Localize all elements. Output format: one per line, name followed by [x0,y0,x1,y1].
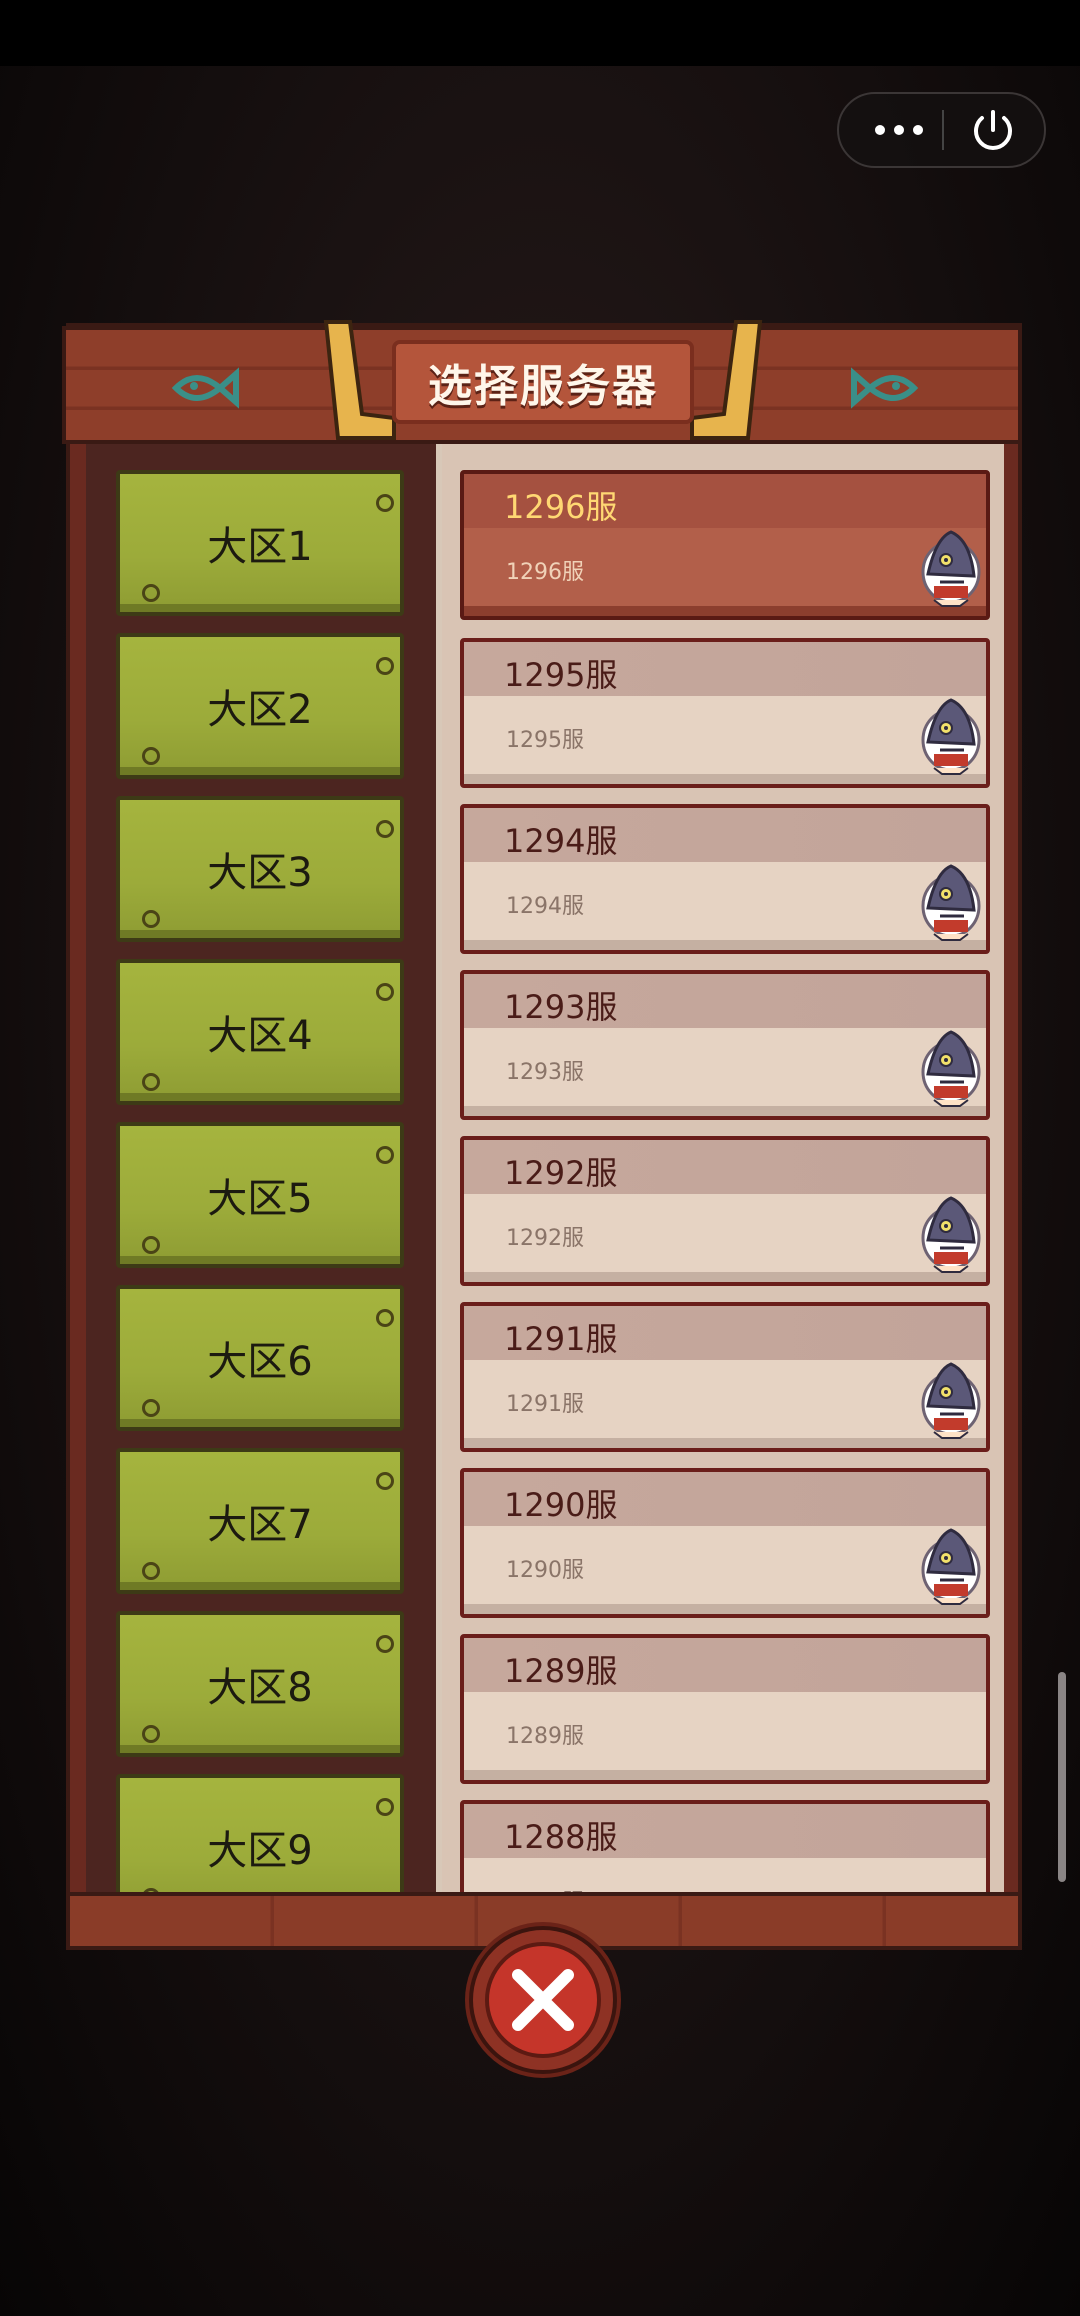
server-subtitle: 1294服 [506,894,584,919]
shark-character-icon [921,1030,981,1107]
server-subtitle: 1295服 [506,728,584,753]
server-name: 1290服 [504,1486,618,1524]
server-name: 1294服 [504,822,618,860]
shark-character-icon [921,1196,981,1273]
region-label: 大区2 [207,687,313,733]
server-subtitle: 1288服 [506,1884,584,1892]
region-label: 大区5 [207,1176,313,1222]
region-label: 大区6 [207,1339,313,1385]
nail-decoration [376,494,394,512]
power-icon[interactable] [963,106,1023,156]
server-name: 1293服 [504,988,618,1026]
server-item-1291[interactable]: 1291服 1291服 [460,1302,990,1452]
region-label: 大区1 [207,524,313,570]
shark-character-icon [921,1362,981,1439]
server-item-edge [464,774,986,784]
more-dots-icon[interactable] [859,94,939,166]
shark-character-icon [921,698,981,775]
nail-decoration [376,657,394,675]
region-button-2[interactable]: 大区2 [116,633,404,779]
server-subtitle: 1293服 [506,1060,584,1085]
nail-decoration [142,747,160,765]
miniprogram-capsule [837,92,1046,168]
shark-character-icon [921,864,981,941]
server-list[interactable]: 1296服 1296服 1295服 1295服 1294服 1294服 1293… [436,444,1004,1892]
server-item-edge [464,1438,986,1448]
nail-decoration [376,1309,394,1327]
server-item-1293[interactable]: 1293服 1293服 [460,970,990,1120]
nail-decoration [376,1146,394,1164]
nail-decoration [376,820,394,838]
nail-decoration [376,1798,394,1816]
region-label: 大区9 [207,1828,313,1874]
nail-decoration [142,1725,160,1743]
server-item-edge [464,940,986,950]
server-item-edge [464,1272,986,1282]
nail-decoration [376,1635,394,1653]
region-list[interactable]: 大区1 大区2 大区3 大区4 大区5 大区6 大区7 大区8 大区9 [86,444,438,1892]
region-button-1[interactable]: 大区1 [116,470,404,616]
dialog-title: 选择服务器 [392,340,694,424]
server-item-edge [464,1106,986,1116]
server-name: 1289服 [504,1652,618,1690]
nail-decoration [142,584,160,602]
region-label: 大区3 [207,850,313,896]
server-item-edge [464,1770,986,1780]
region-button-7[interactable]: 大区7 [116,1448,404,1594]
server-subtitle: 1289服 [506,1724,584,1749]
nail-decoration [142,910,160,928]
server-item-1289[interactable]: 1289服 1289服 [460,1634,990,1784]
nail-decoration [142,1562,160,1580]
status-bar [0,0,1080,66]
server-subtitle: 1291服 [506,1392,584,1417]
shark-character-icon [921,530,981,607]
server-subtitle: 1296服 [506,560,584,585]
server-item-edge [464,606,986,616]
server-name: 1288服 [504,1818,618,1856]
server-item-edge [464,1604,986,1614]
server-name: 1296服 [504,488,618,526]
server-name: 1295服 [504,656,618,694]
region-button-6[interactable]: 大区6 [116,1285,404,1431]
nail-decoration [376,983,394,1001]
nail-decoration [376,1472,394,1490]
region-button-5[interactable]: 大区5 [116,1122,404,1268]
server-item-1288[interactable]: 1288服 1288服 [460,1800,990,1892]
fish-icon [851,367,919,409]
close-x-icon[interactable] [458,1920,628,2080]
region-button-9[interactable]: 大区9 [116,1774,404,1892]
server-item-1296[interactable]: 1296服 1296服 [460,470,990,620]
page-scrollbar[interactable] [1058,1672,1066,1882]
region-label: 大区4 [207,1013,313,1059]
server-name: 1291服 [504,1320,618,1358]
nail-decoration [142,1236,160,1254]
server-item-1292[interactable]: 1292服 1292服 [460,1136,990,1286]
region-button-8[interactable]: 大区8 [116,1611,404,1757]
region-label: 大区8 [207,1665,313,1711]
server-subtitle: 1290服 [506,1558,584,1583]
region-label: 大区7 [207,1502,313,1548]
fish-icon [171,367,239,409]
server-item-1295[interactable]: 1295服 1295服 [460,638,990,788]
capsule-divider [942,110,944,150]
region-button-4[interactable]: 大区4 [116,959,404,1105]
server-name: 1292服 [504,1154,618,1192]
server-subtitle: 1292服 [506,1226,584,1251]
shark-character-icon [921,1528,981,1605]
server-item-1294[interactable]: 1294服 1294服 [460,804,990,954]
region-button-3[interactable]: 大区3 [116,796,404,942]
server-item-1290[interactable]: 1290服 1290服 [460,1468,990,1618]
nail-decoration [142,1073,160,1091]
nail-decoration [142,1399,160,1417]
